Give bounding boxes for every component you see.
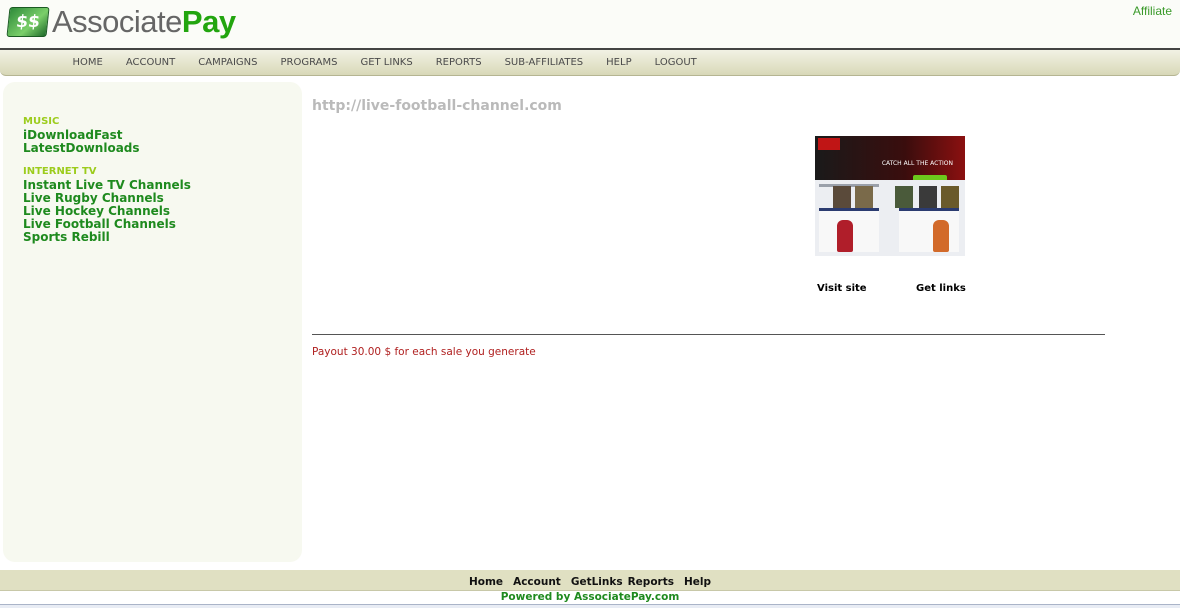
thumbnail-card bbox=[895, 186, 913, 208]
nav-logout[interactable]: LOGOUT bbox=[643, 57, 708, 68]
sidebar-category: MUSIC bbox=[23, 116, 60, 127]
visit-site-link[interactable]: Visit site bbox=[817, 283, 867, 294]
footer-link-reports[interactable]: Reports bbox=[628, 576, 674, 588]
affiliate-link[interactable]: Affiliate bbox=[1133, 4, 1172, 18]
campaign-url: http://live-football-channel.com bbox=[312, 98, 562, 114]
nav-help[interactable]: HELP bbox=[595, 57, 643, 68]
footer-link-home[interactable]: Home bbox=[469, 576, 503, 588]
thumbnail-person bbox=[933, 220, 949, 252]
browser-status-strip bbox=[0, 604, 1180, 608]
footer-link-account[interactable]: Account bbox=[513, 576, 561, 588]
thumbnail-card bbox=[919, 186, 937, 208]
main-nav: HOME ACCOUNT CAMPAIGNS PROGRAMS GET LINK… bbox=[0, 48, 1180, 76]
dollar-logo-icon: $$ bbox=[6, 7, 50, 37]
nav-sub-affiliates[interactable]: SUB-AFFILIATES bbox=[493, 57, 595, 68]
footer-link-help[interactable]: Help bbox=[684, 576, 711, 588]
thumbnail-card bbox=[833, 186, 851, 208]
thumbnail-headline: CATCH ALL THE ACTION bbox=[881, 160, 953, 167]
sidebar-link-sports-rebill[interactable]: Sports Rebill bbox=[23, 231, 191, 244]
sidebar-link-latestdownloads[interactable]: LatestDownloads bbox=[23, 142, 140, 155]
nav-campaigns[interactable]: CAMPAIGNS bbox=[187, 57, 269, 68]
page: $$ AssociatePay Affiliate HOME ACCOUNT C… bbox=[0, 0, 1180, 608]
get-links-link[interactable]: Get links bbox=[916, 283, 966, 294]
thumbnail-banner: CATCH ALL THE ACTION bbox=[815, 136, 965, 183]
sidebar-category: INTERNET TV bbox=[23, 166, 97, 177]
nav-account[interactable]: ACCOUNT bbox=[114, 57, 186, 68]
associatepay-logo[interactable]: $$ AssociatePay bbox=[6, 4, 236, 40]
sidebar-group-music: MUSIC iDownloadFast LatestDownloads bbox=[23, 116, 140, 155]
thumbnail-column bbox=[899, 208, 959, 252]
nav-reports[interactable]: REPORTS bbox=[424, 57, 493, 68]
thumbnail-card bbox=[855, 186, 873, 208]
site-thumbnail[interactable]: CATCH ALL THE ACTION bbox=[815, 136, 965, 256]
thumbnail-logo bbox=[818, 138, 840, 150]
divider bbox=[312, 334, 1105, 335]
payout-text: Payout 30.00 $ for each sale you generat… bbox=[312, 346, 536, 358]
sidebar-group-internet-tv: INTERNET TV Instant Live TV Channels Liv… bbox=[23, 166, 191, 244]
header: $$ AssociatePay Affiliate bbox=[0, 0, 1180, 48]
nav-get-links[interactable]: GET LINKS bbox=[349, 57, 424, 68]
powered-by[interactable]: Powered by AssociatePay.com bbox=[0, 590, 1180, 604]
footer-link-getlinks[interactable]: GetLinks bbox=[571, 576, 623, 588]
nav-home[interactable]: HOME bbox=[61, 57, 114, 68]
footer-nav: Home Account GetLinks Reports Help bbox=[0, 570, 1180, 590]
thumbnail-person bbox=[837, 220, 853, 252]
sidebar: MUSIC iDownloadFast LatestDownloads INTE… bbox=[3, 82, 302, 562]
logo-associate-text: Associate bbox=[52, 4, 182, 39]
logo-pay-text: Pay bbox=[181, 4, 236, 39]
nav-programs[interactable]: PROGRAMS bbox=[269, 57, 349, 68]
logo-wordmark: AssociatePay bbox=[52, 4, 236, 40]
thumbnail-card bbox=[941, 186, 959, 208]
